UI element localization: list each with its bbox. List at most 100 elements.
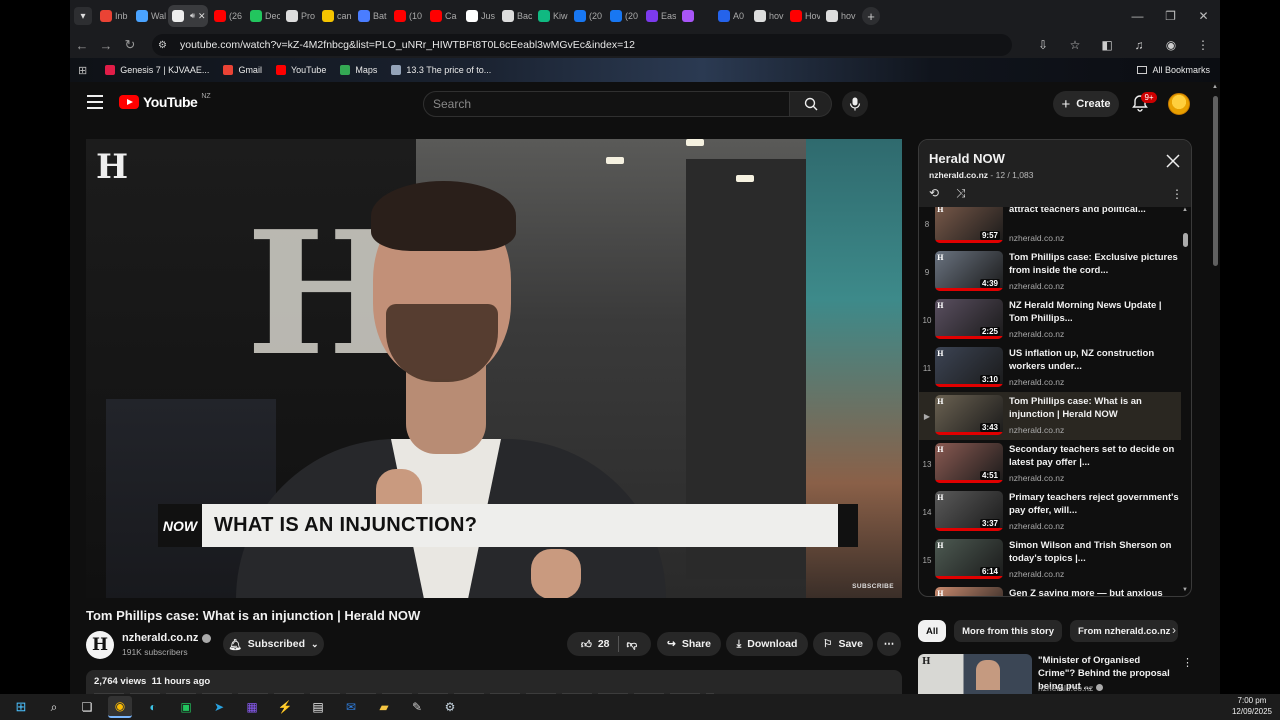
playlist-channel[interactable]: nzherald.co.nz xyxy=(929,170,988,180)
browser-tab[interactable]: (10 xyxy=(390,5,424,27)
browser-tab[interactable]: Wal xyxy=(132,5,166,27)
site-info-icon[interactable]: ⚙ xyxy=(158,40,174,51)
like-count[interactable]: 28 xyxy=(598,638,610,650)
playlist-item-thumbnail[interactable]: H 2:25 xyxy=(935,299,1003,339)
browser-tab[interactable]: hov xyxy=(750,5,784,27)
playlist-item-thumbnail[interactable]: H 3:37 xyxy=(935,491,1003,531)
app-purple-taskbar-icon[interactable]: ▦ xyxy=(240,696,264,718)
search-input[interactable]: Search xyxy=(423,91,790,117)
browser-tab[interactable]: Bat xyxy=(354,5,388,27)
playlist-item[interactable]: 10 H 2:25 NZ Herald Morning News Update | T… xyxy=(919,296,1181,344)
browser-tab[interactable]: Eas xyxy=(642,5,676,27)
related-channel-name[interactable]: nzherald.co.nz xyxy=(1038,683,1093,693)
system-clock[interactable]: 7:00 pm 12/09/2025 xyxy=(1232,695,1272,717)
media-icon[interactable]: ♫ xyxy=(1128,34,1150,56)
browser-tab[interactable]: Kiw xyxy=(534,5,568,27)
all-bookmarks-button[interactable]: All Bookmarks xyxy=(1137,58,1210,82)
playlist-item-thumbnail[interactable]: H 6:14 xyxy=(935,539,1003,579)
related-video-thumbnail[interactable]: H xyxy=(918,654,1032,698)
playlist-title[interactable]: Herald NOW xyxy=(929,151,1005,166)
playlist-item[interactable]: 16HGen Z saving more — but anxious about… xyxy=(919,584,1181,596)
url-field[interactable]: ⚙ youtube.com/watch?v=kZ-4M2fnbcg&list=P… xyxy=(152,34,1012,56)
channel-avatar[interactable]: H xyxy=(86,631,114,659)
task-view-icon[interactable]: ❏ xyxy=(75,696,99,718)
playlist-item[interactable]: 15 H 6:14 Simon Wilson and Trish Sherson on… xyxy=(919,536,1181,584)
extensions-icon[interactable]: ◧ xyxy=(1096,34,1118,56)
chrome-taskbar-icon[interactable]: ◉ xyxy=(108,696,132,718)
browser-tab[interactable] xyxy=(678,5,712,27)
browser-tab[interactable]: Pro xyxy=(282,5,316,27)
bookmark-star-icon[interactable]: ☆ xyxy=(1064,34,1086,56)
playlist-item-thumbnail[interactable]: H 3:10 xyxy=(935,347,1003,387)
outlook-taskbar-icon[interactable]: ✉ xyxy=(339,696,363,718)
playlist-item[interactable]: ▶ H 3:43 Tom Phillips case: What is an inju… xyxy=(919,392,1181,440)
browser-tab[interactable]: Ca xyxy=(426,5,460,27)
telegram-taskbar-icon[interactable]: ➤ xyxy=(207,696,231,718)
forward-icon[interactable]: → xyxy=(94,33,118,57)
tab-audio-icon[interactable]: 🔊︎ xyxy=(190,11,195,21)
playlist-item[interactable]: 14 H 3:37 Primary teachers reject governmen… xyxy=(919,488,1181,536)
install-icon[interactable]: ⇩ xyxy=(1032,34,1054,56)
back-icon[interactable]: ← xyxy=(70,33,94,57)
subscribe-watermark[interactable]: SUBSCRIBE xyxy=(852,583,894,590)
page-scrollbar[interactable]: ▲ xyxy=(1210,82,1220,698)
browser-tab[interactable]: (26 xyxy=(210,5,244,27)
search-button[interactable] xyxy=(790,91,832,117)
share-button[interactable]: ↪ Share xyxy=(657,632,721,656)
playlist-item-thumbnail[interactable]: H xyxy=(935,587,1003,596)
close-icon[interactable] xyxy=(1166,154,1180,168)
voice-search-button[interactable] xyxy=(842,91,868,117)
new-tab-button[interactable]: + xyxy=(862,7,880,25)
subscribed-button[interactable]: 🔔︎ Subscribed ⌄ xyxy=(223,632,324,656)
save-button[interactable]: ⚐ Save xyxy=(813,632,873,656)
file-explorer-taskbar-icon[interactable]: ▰ xyxy=(372,696,396,718)
browser-tab[interactable]: Jus xyxy=(462,5,496,27)
playlist-item-thumbnail[interactable]: H 4:51 xyxy=(935,443,1003,483)
playlist-item[interactable]: 8 H 9:57 attract teachers and political... n… xyxy=(919,207,1181,248)
account-avatar[interactable] xyxy=(1168,93,1190,115)
filter-chip[interactable]: All xyxy=(918,620,947,642)
edge-taskbar-icon[interactable]: ◐ xyxy=(141,696,165,718)
menu-icon[interactable] xyxy=(87,95,103,109)
like-icon[interactable]: 👍︎ xyxy=(581,638,592,651)
browser-tab[interactable]: hov xyxy=(822,5,856,27)
browser-tab[interactable]: can xyxy=(318,5,352,27)
filter-chip[interactable]: More from this story xyxy=(954,620,1062,642)
playlist-item[interactable]: 13 H 4:51 Secondary teachers set to decide … xyxy=(919,440,1181,488)
tab-search-button[interactable]: ▾ xyxy=(74,7,92,25)
bookmark-item[interactable]: Maps xyxy=(340,65,377,75)
youtube-logo[interactable]: YouTube NZ xyxy=(119,93,211,110)
browser-tab[interactable]: Bac xyxy=(498,5,532,27)
app-red-taskbar-icon[interactable]: ⚡ xyxy=(273,696,297,718)
bookmark-item[interactable]: YouTube xyxy=(275,65,326,75)
search-taskbar-icon[interactable]: ⌕ xyxy=(42,696,66,718)
bookmark-item[interactable]: Genesis 7 | KJVAAE... xyxy=(105,65,209,75)
dislike-icon[interactable]: 👎︎ xyxy=(627,638,638,651)
app-feather-taskbar-icon[interactable]: ✎ xyxy=(405,696,429,718)
minimize-icon[interactable]: — xyxy=(1121,0,1154,32)
app-green-taskbar-icon[interactable]: ▣ xyxy=(174,696,198,718)
browser-tab[interactable]: A0 xyxy=(714,5,748,27)
browser-tab[interactable]: Dec xyxy=(246,5,280,27)
related-more-icon[interactable]: ⋮ xyxy=(1182,656,1193,669)
loop-icon[interactable]: ⟲ xyxy=(929,186,939,200)
create-button[interactable]: + Create xyxy=(1053,91,1119,117)
video-player[interactable]: H H NOW WHAT IS AN INJUNCTION? SUBSCRIBE xyxy=(86,139,902,598)
channel-name-row[interactable]: nzherald.co.nz xyxy=(122,632,212,644)
filter-chip[interactable]: From nzherald.co.nz xyxy=(1070,620,1179,642)
playlist-item-thumbnail[interactable]: H 9:57 xyxy=(935,207,1003,243)
browser-tab[interactable]: 🔊︎ ✕ xyxy=(168,5,208,27)
chevron-right-icon[interactable]: › xyxy=(1172,623,1176,637)
playlist-item-thumbnail[interactable]: H 3:43 xyxy=(935,395,1003,435)
download-button[interactable]: ⤓ Download xyxy=(726,632,808,656)
playlist-scrollbar[interactable]: ▲ ▼ xyxy=(1181,207,1191,596)
channel-name[interactable]: nzherald.co.nz xyxy=(122,632,198,644)
close-window-icon[interactable]: ✕ xyxy=(1187,0,1220,32)
browser-tab[interactable]: Hov xyxy=(786,5,820,27)
reload-icon[interactable]: ↻ xyxy=(118,33,142,57)
playlist-item-thumbnail[interactable]: H 4:39 xyxy=(935,251,1003,291)
profile-icon[interactable]: ◉ xyxy=(1160,34,1182,56)
store-taskbar-icon[interactable]: ▤ xyxy=(306,696,330,718)
playlist-item[interactable]: 11 H 3:10 US inflation up, NZ construction … xyxy=(919,344,1181,392)
bookmark-item[interactable]: 13.3 The price of to... xyxy=(391,65,491,75)
